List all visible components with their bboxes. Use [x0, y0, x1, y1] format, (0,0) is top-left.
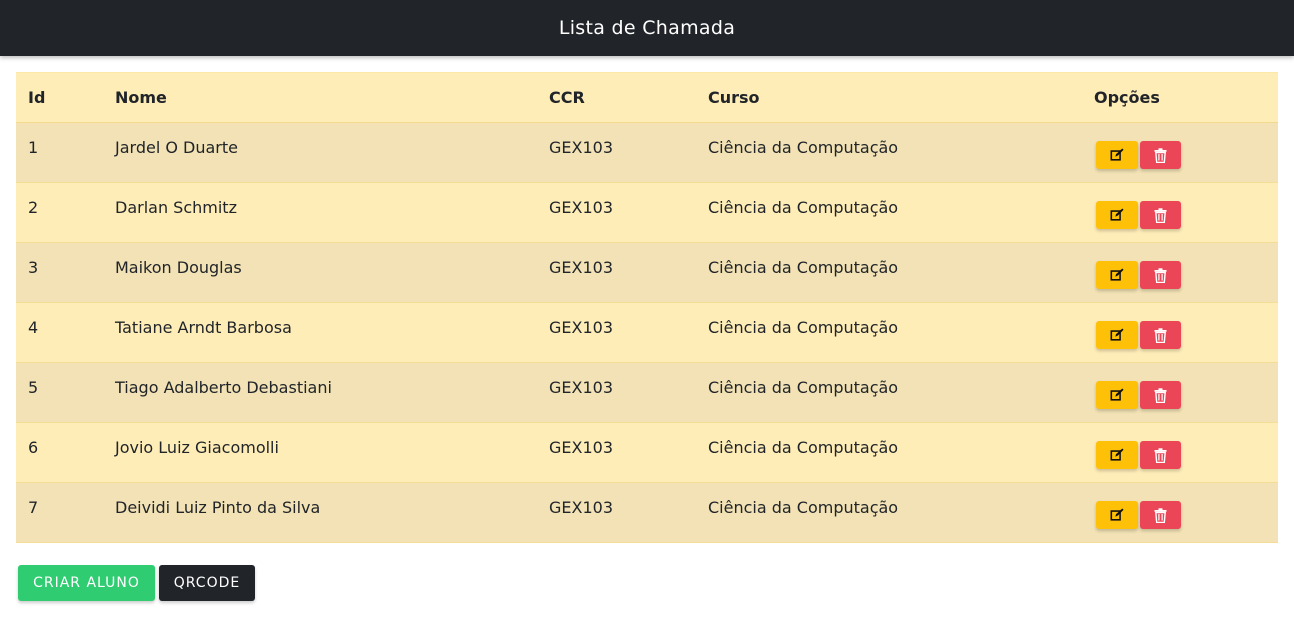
column-header-nome: Nome	[103, 72, 537, 123]
cell-opcoes	[1082, 483, 1278, 543]
edit-button[interactable]	[1096, 441, 1138, 469]
cell-curso: Ciência da Computação	[708, 138, 899, 157]
edit-button[interactable]	[1096, 261, 1138, 289]
cell-opcoes	[1082, 363, 1278, 423]
cell-ccr: GEX103	[549, 498, 614, 517]
cell-ccr: GEX103	[549, 378, 614, 397]
page-title: Lista de Chamada	[558, 17, 736, 39]
cell-ccr: GEX103	[549, 438, 614, 457]
cell-nome: Maikon Douglas	[115, 258, 242, 277]
cell-curso: Ciência da Computação	[708, 198, 899, 217]
trash-icon	[1154, 267, 1167, 283]
footer-actions: CRIAR ALUNO QRCODE	[18, 565, 255, 601]
delete-button[interactable]	[1140, 261, 1181, 289]
column-header-opcoes: Opções	[1082, 72, 1278, 123]
trash-icon	[1154, 147, 1167, 163]
cell-id: 3	[28, 258, 39, 277]
table-row: 2 Darlan Schmitz GEX103 Ciência da Computaç…	[16, 182, 1278, 243]
edit-icon	[1110, 148, 1124, 162]
cell-id: 2	[28, 198, 39, 217]
trash-icon	[1154, 507, 1167, 523]
column-header-ccr: CCR	[537, 72, 696, 123]
table-row: 1 Jardel O Duarte GEX103 Ciência da Computa…	[16, 122, 1278, 183]
cell-id: 6	[28, 438, 39, 457]
cell-opcoes	[1082, 243, 1278, 303]
cell-id: 1	[28, 138, 39, 157]
delete-button[interactable]	[1140, 141, 1181, 169]
edit-icon	[1110, 268, 1124, 282]
cell-opcoes	[1082, 183, 1278, 243]
student-table: Id Nome CCR Curso Opções 1 Jardel O Duart…	[16, 72, 1278, 543]
student-table-container: Id Nome CCR Curso Opções 1 Jardel O Duart…	[16, 72, 1278, 543]
edit-button[interactable]	[1096, 501, 1138, 529]
edit-button[interactable]	[1096, 201, 1138, 229]
edit-icon	[1110, 208, 1124, 222]
delete-button[interactable]	[1140, 441, 1181, 469]
trash-icon	[1154, 207, 1167, 223]
trash-icon	[1154, 447, 1167, 463]
cell-id: 5	[28, 378, 39, 397]
app-header: Lista de Chamada	[0, 0, 1294, 56]
cell-curso: Ciência da Computação	[708, 498, 899, 517]
edit-icon	[1110, 328, 1124, 342]
trash-icon	[1154, 387, 1167, 403]
cell-opcoes	[1082, 123, 1278, 183]
edit-button[interactable]	[1096, 381, 1138, 409]
cell-ccr: GEX103	[549, 138, 614, 157]
table-row: 5 Tiago Adalberto Debastiani GEX103 Ciência…	[16, 362, 1278, 423]
delete-button[interactable]	[1140, 501, 1181, 529]
delete-button[interactable]	[1140, 201, 1181, 229]
create-student-button[interactable]: CRIAR ALUNO	[18, 565, 155, 601]
edit-button[interactable]	[1096, 321, 1138, 349]
cell-nome: Darlan Schmitz	[115, 198, 237, 217]
qrcode-button[interactable]: QRCODE	[159, 565, 255, 601]
delete-button[interactable]	[1140, 321, 1181, 349]
edit-button[interactable]	[1096, 141, 1138, 169]
cell-ccr: GEX103	[549, 198, 614, 217]
trash-icon	[1154, 327, 1167, 343]
cell-nome: Deividi Luiz Pinto da Silva	[115, 498, 321, 517]
cell-curso: Ciência da Computação	[708, 378, 899, 397]
cell-nome: Jovio Luiz Giacomolli	[115, 438, 279, 457]
cell-opcoes	[1082, 423, 1278, 483]
column-header-id: Id	[16, 72, 103, 123]
cell-nome: Jardel O Duarte	[115, 138, 238, 157]
edit-icon	[1110, 508, 1124, 522]
table-header-row: Id Nome CCR Curso Opções	[16, 72, 1278, 123]
table-row: 3 Maikon Douglas GEX103 Ciência da Computaç…	[16, 242, 1278, 303]
cell-id: 7	[28, 498, 39, 517]
table-row: 4 Tatiane Arndt Barbosa GEX103 Ciência da C…	[16, 302, 1278, 363]
cell-curso: Ciência da Computação	[708, 258, 899, 277]
table-row: 6 Jovio Luiz Giacomolli GEX103 Ciência da C…	[16, 422, 1278, 483]
cell-id: 4	[28, 318, 39, 337]
cell-opcoes	[1082, 303, 1278, 363]
edit-icon	[1110, 448, 1124, 462]
table-row: 7 Deividi Luiz Pinto da Silva GEX103 Ciênci…	[16, 482, 1278, 543]
column-header-curso: Curso	[696, 72, 1082, 123]
cell-ccr: GEX103	[549, 318, 614, 337]
edit-icon	[1110, 388, 1124, 402]
delete-button[interactable]	[1140, 381, 1181, 409]
cell-nome: Tatiane Arndt Barbosa	[115, 318, 292, 337]
cell-curso: Ciência da Computação	[708, 438, 899, 457]
cell-ccr: GEX103	[549, 258, 614, 277]
cell-curso: Ciência da Computação	[708, 318, 899, 337]
cell-nome: Tiago Adalberto Debastiani	[115, 378, 332, 397]
